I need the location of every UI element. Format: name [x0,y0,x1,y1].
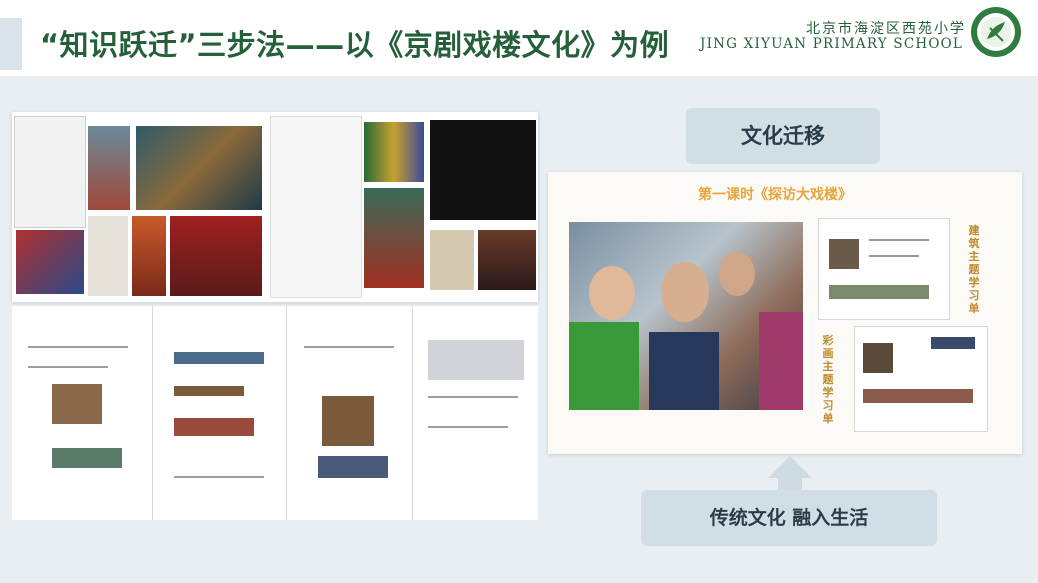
lesson-title: 第一课时《探访大戏楼》 [698,187,852,203]
worksheet-page-2 [154,306,287,520]
header-bar: “知识跃迁”三步法——以《京剧戏楼文化》为例 北京市海淀区西苑小学 JING X… [0,0,1038,76]
pattern-thumb [364,122,424,182]
cultural-transfer-tag: 文化迁移 [686,108,880,164]
stage-thumb [170,216,262,296]
worksheet-page-1 [12,306,153,520]
tool-thumb [88,216,128,296]
painting-thumb [136,126,262,210]
school-emblem-icon [971,7,1021,57]
image-collage [12,112,538,302]
worksheet-page-4 [414,306,538,520]
school-name-cn: 北京市海淀区西苑小学 [806,21,966,37]
culture-into-life-tag: 传统文化 融入生活 [641,490,937,546]
up-arrow-icon [768,456,812,478]
worksheet-page-3 [288,306,413,520]
painting-worksheet [854,326,988,432]
mindmap-thumb [14,116,86,228]
header-accent [0,18,22,70]
architecture-worksheet-label: 建筑主题学习单 [968,224,980,315]
page-title: “知识跃迁”三步法——以《京剧戏楼文化》为例 [40,28,670,62]
lesson-card: 第一课时《探访大戏楼》 建筑主题学习单 彩画主题学习单 [548,172,1022,454]
ceiling-thumb [16,230,84,294]
building-thumb [88,126,130,210]
worksheet-pages [12,306,538,520]
painting-worksheet-label: 彩画主题学习单 [822,334,834,425]
pavilion-thumb [364,188,424,288]
school-name-en: JING XIYUAN PRIMARY SCHOOL [700,36,964,52]
up-arrow-stem [778,476,802,490]
diagram-thumb [270,116,362,298]
students-photo [569,222,803,410]
beam-thumb [478,230,536,290]
bracket-thumb [430,230,474,290]
architecture-worksheet [818,218,950,320]
video-thumb[interactable] [430,120,536,220]
lantern-thumb [132,216,166,296]
